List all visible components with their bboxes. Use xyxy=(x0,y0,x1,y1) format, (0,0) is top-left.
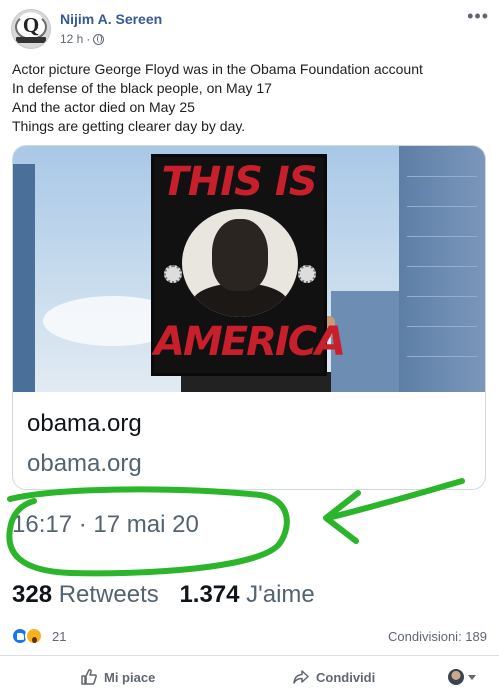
chevron-down-icon xyxy=(468,674,476,680)
reactions-bar: 21 Condivisioni: 189 xyxy=(0,618,499,656)
author-name[interactable]: Nijim A. Sereen xyxy=(60,11,162,27)
post-time[interactable]: 12 h xyxy=(60,32,83,46)
retweets-count: 328 xyxy=(12,581,53,608)
post-line: Actor picture George Floyd was in the Ob… xyxy=(12,61,423,77)
protest-sign: THIS IS AMERICA xyxy=(151,154,346,376)
post-meta: 12 h · xyxy=(60,32,105,46)
sign-text-bottom: AMERICA xyxy=(154,319,346,365)
avatar-banner xyxy=(16,37,46,43)
portrait xyxy=(182,209,298,317)
q-logo-icon: Q xyxy=(22,13,40,37)
thumbs-up-icon xyxy=(81,669,97,685)
link-domain: obama.org xyxy=(27,450,142,477)
like-button[interactable]: Mi piace xyxy=(80,668,155,686)
more-options-icon[interactable]: ••• xyxy=(467,6,489,27)
tweet-stats: 328 Retweets 1.374 J'aime xyxy=(12,581,315,609)
annotation-arrow-head xyxy=(323,490,361,544)
share-count[interactable]: Condivisioni: 189 xyxy=(388,629,487,644)
link-preview-card: THIS IS AMERICA obama.org obama.org xyxy=(12,145,486,490)
post-line: In defense of the black people, on May 1… xyxy=(12,80,272,96)
reaction-count[interactable]: 21 xyxy=(52,629,66,644)
sign-text-top: THIS IS xyxy=(161,159,317,205)
protest-photo: THIS IS AMERICA xyxy=(13,146,485,392)
share-button[interactable]: Condividi xyxy=(292,668,375,686)
tweet-timestamp: 16:17 · 17 mai 20 xyxy=(12,511,199,538)
post-line: And the actor died on May 25 xyxy=(12,99,195,115)
likes-label: J'aime xyxy=(246,581,315,608)
globe-icon[interactable] xyxy=(93,33,105,45)
like-button-label: Mi piace xyxy=(104,669,156,685)
reaction-icons[interactable] xyxy=(11,627,47,647)
likes-count: 1.374 xyxy=(179,581,240,608)
wow-reaction-icon xyxy=(25,627,43,645)
viewer-avatar xyxy=(448,669,464,685)
link-title: obama.org xyxy=(27,410,142,437)
building-left xyxy=(13,164,35,392)
retweets-label: Retweets xyxy=(58,581,159,608)
post-actions: Mi piace Condividi xyxy=(0,660,499,697)
building-right-tall xyxy=(399,146,485,392)
author-avatar[interactable]: Q xyxy=(11,9,51,49)
post-as-selector[interactable] xyxy=(448,669,476,685)
share-button-label: Condividi xyxy=(316,669,376,685)
share-arrow-icon xyxy=(293,670,309,684)
portrait-head xyxy=(212,219,268,291)
post-text: Actor picture George Floyd was in the Ob… xyxy=(12,60,492,136)
post-header: Q Nijim A. Sereen 12 h · ••• xyxy=(0,0,499,56)
post-line: Things are getting clearer day by day. xyxy=(12,118,246,134)
rose-icon xyxy=(298,265,316,283)
tweet-screenshot-image[interactable]: THIS IS AMERICA obama.org obama.org 16:1… xyxy=(0,143,499,615)
rose-icon xyxy=(164,265,182,283)
meta-separator: · xyxy=(86,32,91,46)
